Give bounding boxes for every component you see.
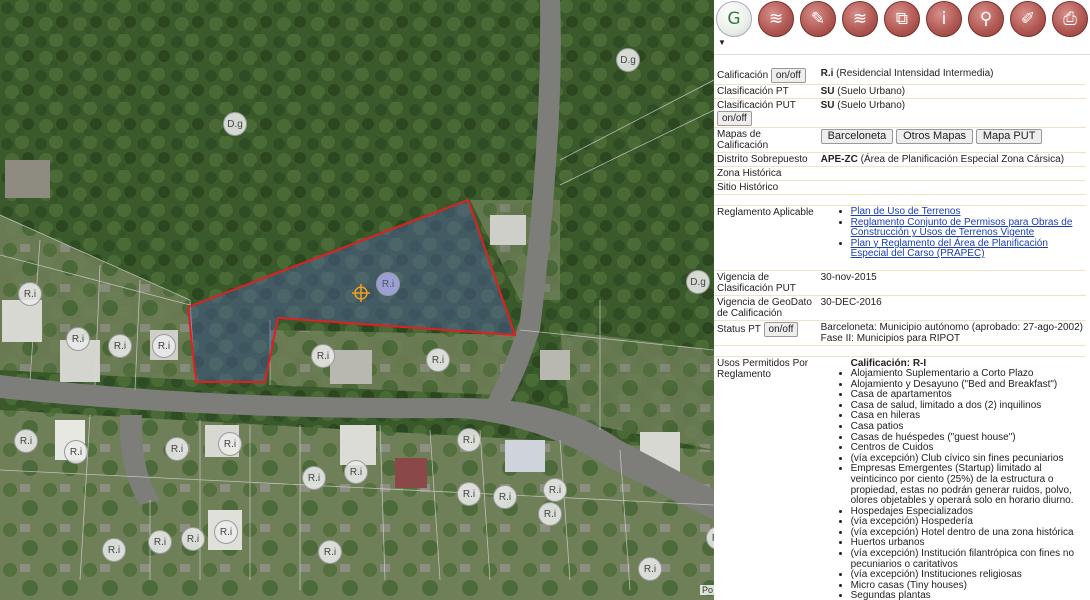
clasificacion-put-desc: (Suelo Urbano) [837,100,906,111]
barceloneta-button[interactable]: Barceloneta [820,129,894,144]
clasificacion-pt-desc: (Suelo Urbano) [837,86,906,97]
uso-item: (vía excepción) Institución filantrópica… [851,548,1083,570]
zone-label[interactable]: R.i [318,540,342,564]
zone-label[interactable]: D.g [223,112,247,136]
zone-label[interactable]: R.i [14,429,38,453]
vigencia-geodato-value: 30-DEC-2016 [817,295,1086,321]
layers-icon[interactable]: ≋ [758,1,794,37]
label-sitio-historico: Sitio Histórico [714,180,818,195]
label-zona-historica: Zona Histórica [714,166,818,181]
clasificacion-put-onoff-button[interactable]: on/off [717,111,752,126]
zone-label[interactable]: R.i [457,428,481,452]
row-zona-historica: Zona Histórica [714,166,1086,181]
layers-stack-icon[interactable]: ≋ [842,1,878,37]
label-mapas: Mapas de Calificación [714,127,818,153]
map-export-icon[interactable]: ⧉ [884,1,920,37]
distrito-code: APE-ZC [820,154,858,165]
row-status-pt: Status PT on/off Barceloneta: Municipio … [714,320,1086,346]
calificacion-code: R.i [820,68,834,79]
label-usos: Usos Permitidos Por Reglamento [714,356,818,600]
zone-label[interactable]: D.g [616,48,640,72]
status-pt-line2: Fase II: Municipios para RIPOT [820,332,961,344]
zone-label[interactable]: R.i [214,520,238,544]
map-view[interactable]: D.g D.g D.g R.i R.i R.i R.i R.i R.i R.i R.i R.i R.i R… [0,0,714,600]
row-vigencia-geodato: Vigencia de GeoDato de Calificación 30-D… [714,295,1086,321]
row-distrito: Distrito Sobrepuesto APE-ZC (Área de Pla… [714,152,1086,167]
google-maps-icon[interactable]: G [716,1,752,37]
row-clasificacion-put: Clasificación PUT on/off SU (Suelo Urban… [714,98,1086,128]
zone-label[interactable]: D.g [686,270,710,294]
row-mapas: Mapas de Calificación Barceloneta Otros … [714,127,1086,153]
usos-list: Alojamiento Suplementario a Corto PlazoA… [821,368,1083,600]
zone-label[interactable]: R.i [302,466,326,490]
label-vigencia-geodato: Vigencia de GeoDato de Calificación [714,295,818,321]
label-calificacion: Calificación [717,70,769,81]
label-reglamento: Reglamento Aplicable [714,205,818,271]
toolbar: G ≋ ✎ ≋ ⧉ i ⚲ ✐ ⎙ [714,0,1090,38]
label-status-pt: Status PT [717,323,761,335]
label-vigencia-put: Vigencia de Clasificación PUT [714,270,818,296]
zone-label[interactable]: R.i [376,272,400,296]
mapa-put-button[interactable]: Mapa PUT [975,129,1043,144]
zone-label[interactable]: R.i [638,557,662,581]
collapse-caret-icon[interactable]: ▼ [714,38,1090,55]
zone-label[interactable]: R.i [218,432,242,456]
zone-label[interactable]: R.i [344,460,368,484]
calificacion-desc: (Residencial Intensidad Intermedia) [836,68,994,79]
map-canvas[interactable] [0,0,714,600]
row-sitio-historico: Sitio Histórico [714,180,1086,195]
eraser-icon[interactable]: ✎ [800,1,836,37]
zone-label[interactable]: R.i [66,327,90,351]
status-pt-onoff-button[interactable]: on/off [763,321,799,337]
link-plan-uso-terrenos[interactable]: Plan de Uso de Terrenos [851,206,961,217]
link-prapec[interactable]: Plan y Reglamento del Área de Planificac… [851,238,1048,260]
clasificacion-pt-code: SU [820,86,835,97]
distrito-desc: (Área de Planificación Especial Zona Cár… [860,154,1065,165]
zone-label[interactable]: R.i [493,485,517,509]
label-clasificacion-pt: Clasificación PT [714,84,818,99]
row-usos: Usos Permitidos Por Reglamento Calificac… [714,356,1086,600]
calificacion-onoff-button[interactable]: on/off [770,68,806,83]
info-icon[interactable]: i [926,1,962,37]
print-icon[interactable]: ⎙ [1052,1,1088,37]
zone-label[interactable]: R.i [152,334,176,358]
uso-item: Casa patios [851,421,1083,433]
uso-item: Empresas Emergentes (Startup) limitado a… [851,463,1083,506]
label-distrito: Distrito Sobrepuesto [714,152,818,167]
link-reglamento-conjunto[interactable]: Reglamento Conjunto de Permisos para Obr… [851,217,1073,239]
clasificacion-put-code: SU [820,100,835,111]
row-vigencia-put: Vigencia de Clasificación PUT 30-nov-201… [714,270,1086,296]
zone-label[interactable]: R.i [165,437,189,461]
uso-item: Segundas plantas [851,591,1083,600]
property-info-table: Calificación on/off R.i (Residencial Int… [714,67,1086,600]
row-calificacion: Calificación on/off R.i (Residencial Int… [714,67,1086,85]
draw-icon[interactable]: ✐ [1010,1,1046,37]
vigencia-put-value: 30-nov-2015 [817,270,1086,296]
zone-label[interactable]: R.i [426,348,450,372]
uso-item: Alojamiento Suplementario a Corto Plazo [851,368,1083,380]
zone-label[interactable]: R.i [18,282,42,306]
otros-mapas-button[interactable]: Otros Mapas [896,129,974,144]
row-clasificacion-pt: Clasificación PT SU (Suelo Urbano) [714,84,1086,99]
zone-label[interactable]: R.i [457,482,481,506]
zone-label[interactable]: R.i [543,478,567,502]
zone-label[interactable]: R.i [64,440,88,464]
zone-label[interactable]: R.i [538,502,562,526]
status-pt-line1: Barceloneta: Municipio autónomo (aprobad… [820,321,1083,333]
zone-label[interactable]: R.i [102,538,126,562]
info-panel: ▼ Calificación on/off R.i (Residencial I… [714,38,1090,600]
zone-label[interactable]: R.i [108,334,132,358]
zone-label[interactable]: R.i [181,527,205,551]
label-clasificacion-put: Clasificación PUT [717,100,796,111]
zone-label[interactable]: R.i [148,530,172,554]
search-icon[interactable]: ⚲ [968,1,1004,37]
map-attribution[interactable]: Po [700,585,714,595]
row-reglamento: Reglamento Aplicable Plan de Uso de Terr… [714,205,1086,271]
zone-label[interactable]: R.i [311,344,335,368]
